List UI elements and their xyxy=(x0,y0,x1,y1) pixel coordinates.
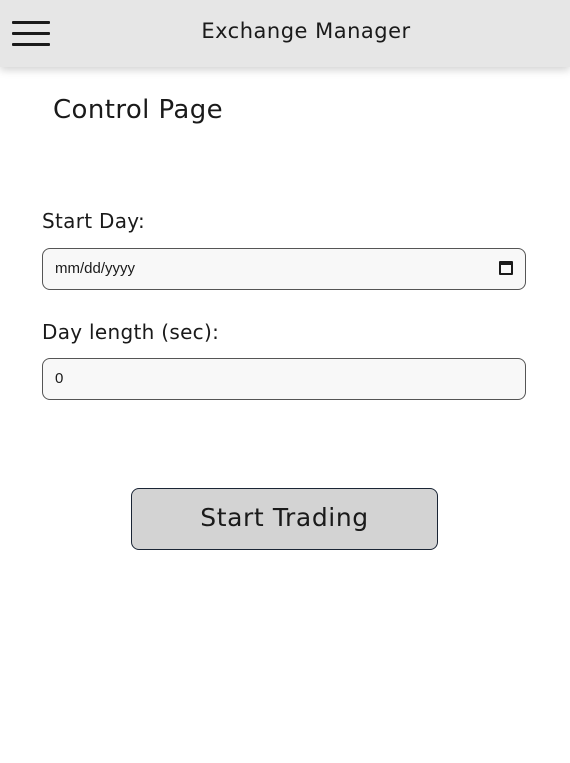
day-length-input[interactable]: 0 xyxy=(42,358,526,400)
day-length-value: 0 xyxy=(55,370,64,387)
app-title: Exchange Manager xyxy=(201,19,411,43)
start-day-placeholder: mm/dd/yyyy xyxy=(55,260,136,277)
menu-line xyxy=(12,43,50,46)
day-length-label: Day length (sec): xyxy=(42,320,220,344)
calendar-icon[interactable] xyxy=(499,261,513,275)
start-trading-button[interactable]: Start Trading xyxy=(131,488,438,550)
start-day-date-input[interactable]: mm/dd/yyyy xyxy=(42,248,526,290)
top-navigation-bar: Exchange Manager xyxy=(0,0,570,67)
page-title: Control Page xyxy=(53,95,223,125)
start-day-label: Start Day: xyxy=(42,209,145,233)
